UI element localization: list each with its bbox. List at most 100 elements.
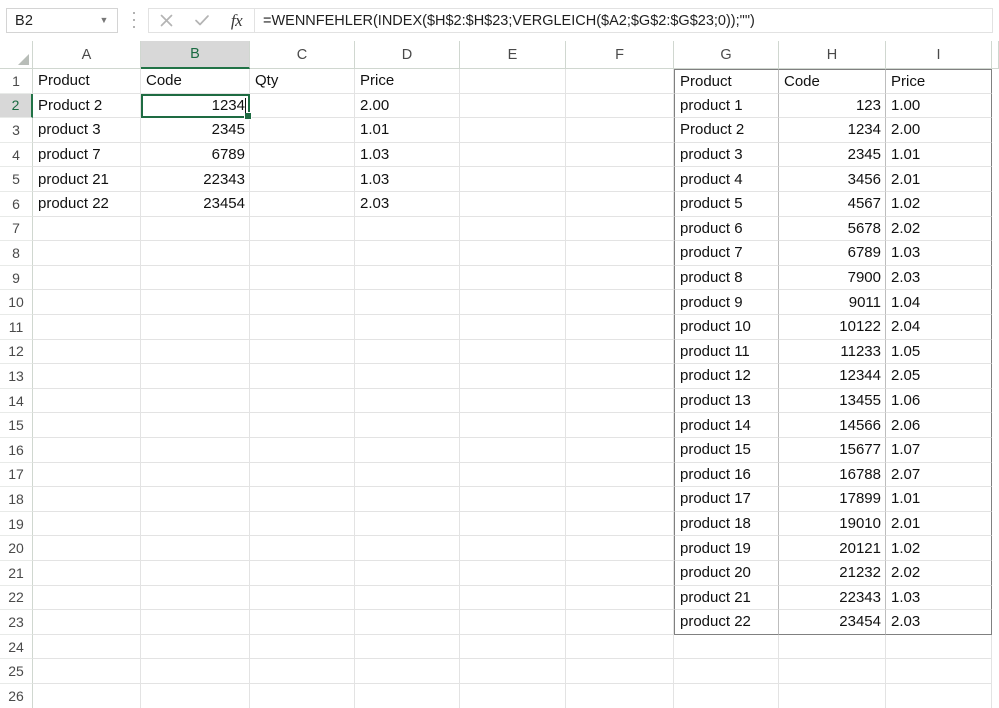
cell-C15[interactable] — [250, 413, 355, 438]
cell-E14[interactable] — [460, 389, 566, 414]
cell-F18[interactable] — [566, 487, 674, 512]
cell-I25[interactable] — [886, 659, 992, 684]
cell-C26[interactable] — [250, 684, 355, 708]
cell-I1[interactable]: Price — [886, 69, 992, 94]
cell-D14[interactable] — [355, 389, 460, 414]
cell-H12[interactable]: 11233 — [779, 340, 886, 365]
cell-I9[interactable]: 2.03 — [886, 266, 992, 291]
cell-F1[interactable] — [566, 69, 674, 94]
cell-H9[interactable]: 7900 — [779, 266, 886, 291]
cell-H24[interactable] — [779, 635, 886, 660]
cell-I15[interactable]: 2.06 — [886, 413, 992, 438]
cell-C17[interactable] — [250, 463, 355, 488]
cell-A12[interactable] — [33, 340, 141, 365]
cell-E1[interactable] — [460, 69, 566, 94]
cell-D21[interactable] — [355, 561, 460, 586]
cell-B10[interactable] — [141, 290, 250, 315]
cell-D1[interactable]: Price — [355, 69, 460, 94]
cell-A8[interactable] — [33, 241, 141, 266]
cell-C12[interactable] — [250, 340, 355, 365]
cell-B8[interactable] — [141, 241, 250, 266]
cell-E7[interactable] — [460, 217, 566, 242]
cell-D8[interactable] — [355, 241, 460, 266]
column-header-i[interactable]: I — [886, 41, 992, 69]
cell-C5[interactable] — [250, 167, 355, 192]
cell-I20[interactable]: 1.02 — [886, 536, 992, 561]
cell-G12[interactable]: product 11 — [674, 340, 779, 365]
cell-B16[interactable] — [141, 438, 250, 463]
cell-G1[interactable]: Product — [674, 69, 779, 94]
cell-B20[interactable] — [141, 536, 250, 561]
cell-H13[interactable]: 12344 — [779, 364, 886, 389]
cell-E9[interactable] — [460, 266, 566, 291]
cell-B7[interactable] — [141, 217, 250, 242]
cell-E21[interactable] — [460, 561, 566, 586]
cell-I18[interactable]: 1.01 — [886, 487, 992, 512]
cell-I11[interactable]: 2.04 — [886, 315, 992, 340]
cell-G6[interactable]: product 5 — [674, 192, 779, 217]
cell-F16[interactable] — [566, 438, 674, 463]
cell-H26[interactable] — [779, 684, 886, 708]
cell-D4[interactable]: 1.03 — [355, 143, 460, 168]
cell-G2[interactable]: product 1 — [674, 94, 779, 119]
row-header-18[interactable]: 18 — [0, 487, 33, 512]
cell-I5[interactable]: 2.01 — [886, 167, 992, 192]
cell-A10[interactable] — [33, 290, 141, 315]
column-header-b[interactable]: B — [141, 41, 250, 69]
cell-F11[interactable] — [566, 315, 674, 340]
cell-D13[interactable] — [355, 364, 460, 389]
cell-C11[interactable] — [250, 315, 355, 340]
cell-D6[interactable]: 2.03 — [355, 192, 460, 217]
column-header-a[interactable]: A — [33, 41, 141, 69]
cell-D26[interactable] — [355, 684, 460, 708]
row-header-21[interactable]: 21 — [0, 561, 33, 586]
cell-B22[interactable] — [141, 586, 250, 611]
row-header-8[interactable]: 8 — [0, 241, 33, 266]
cell-A26[interactable] — [33, 684, 141, 708]
cell-D20[interactable] — [355, 536, 460, 561]
cell-D11[interactable] — [355, 315, 460, 340]
sheet-grid[interactable]: ABCDEFGHI 123456789101112131415161718192… — [0, 41, 999, 708]
row-header-11[interactable]: 11 — [0, 315, 33, 340]
cell-G14[interactable]: product 13 — [674, 389, 779, 414]
cell-C19[interactable] — [250, 512, 355, 537]
cell-B24[interactable] — [141, 635, 250, 660]
cell-A11[interactable] — [33, 315, 141, 340]
cell-F10[interactable] — [566, 290, 674, 315]
cell-G22[interactable]: product 21 — [674, 586, 779, 611]
cell-C4[interactable] — [250, 143, 355, 168]
chevron-down-icon[interactable]: ▼ — [95, 16, 117, 25]
cell-B9[interactable] — [141, 266, 250, 291]
cell-G21[interactable]: product 20 — [674, 561, 779, 586]
cell-A9[interactable] — [33, 266, 141, 291]
cell-E12[interactable] — [460, 340, 566, 365]
cell-G8[interactable]: product 7 — [674, 241, 779, 266]
cell-G18[interactable]: product 17 — [674, 487, 779, 512]
cell-H2[interactable]: 123 — [779, 94, 886, 119]
cell-A4[interactable]: product 7 — [33, 143, 141, 168]
cell-F19[interactable] — [566, 512, 674, 537]
cell-F8[interactable] — [566, 241, 674, 266]
cell-D16[interactable] — [355, 438, 460, 463]
cell-H4[interactable]: 2345 — [779, 143, 886, 168]
row-header-25[interactable]: 25 — [0, 659, 33, 684]
cell-B14[interactable] — [141, 389, 250, 414]
cell-E19[interactable] — [460, 512, 566, 537]
cell-E25[interactable] — [460, 659, 566, 684]
cell-H25[interactable] — [779, 659, 886, 684]
cell-F25[interactable] — [566, 659, 674, 684]
cancel-icon[interactable] — [152, 9, 182, 32]
cell-E22[interactable] — [460, 586, 566, 611]
cell-G24[interactable] — [674, 635, 779, 660]
cell-A18[interactable] — [33, 487, 141, 512]
cell-D15[interactable] — [355, 413, 460, 438]
cell-C16[interactable] — [250, 438, 355, 463]
cell-A16[interactable] — [33, 438, 141, 463]
cell-H22[interactable]: 22343 — [779, 586, 886, 611]
cell-E8[interactable] — [460, 241, 566, 266]
row-header-26[interactable]: 26 — [0, 684, 33, 708]
row-header-3[interactable]: 3 — [0, 118, 33, 143]
cell-I10[interactable]: 1.04 — [886, 290, 992, 315]
cell-B15[interactable] — [141, 413, 250, 438]
cell-C18[interactable] — [250, 487, 355, 512]
